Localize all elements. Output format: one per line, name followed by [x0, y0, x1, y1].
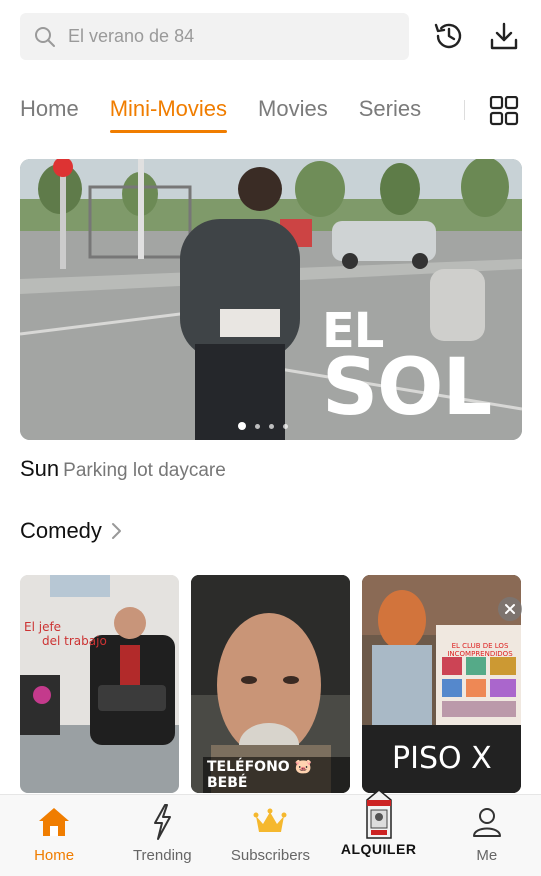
tab-home[interactable]: Home [20, 92, 79, 126]
download-icon[interactable] [486, 18, 522, 54]
nav-label: Trending [132, 847, 192, 864]
lightning-icon [142, 803, 182, 841]
grid-menu-icon[interactable] [488, 95, 520, 126]
poster-title: PISO X [392, 741, 492, 776]
tab-movies[interactable]: Movies [258, 92, 328, 126]
carousel-dot[interactable] [238, 422, 246, 430]
banner-title: Sun [20, 456, 60, 481]
history-icon[interactable] [431, 18, 467, 54]
carousel-dot[interactable] [269, 423, 274, 429]
category-tabs: Home Mini-Movies Movies Series [20, 92, 452, 136]
poster-club-text: EL CLUB DE LOS INCOMPRENDIDOS [440, 642, 520, 658]
poster-text-line2: del trabajo [42, 633, 107, 648]
person-icon [467, 803, 507, 841]
nav-trending[interactable]: Trending [108, 795, 216, 876]
section-title: Comedy [20, 518, 102, 543]
featured-banner[interactable]: EL SOL [20, 159, 522, 440]
carousel-dot[interactable] [255, 423, 260, 429]
nav-subscribers[interactable]: Subscribers [216, 795, 324, 876]
nav-label: ALQUILER [340, 841, 417, 857]
nav-home[interactable]: Home [0, 795, 108, 876]
nav-label: Subscribers [230, 847, 311, 864]
home-icon [34, 803, 74, 841]
section-header-comedy[interactable]: Comedy [20, 518, 122, 544]
close-icon[interactable] [498, 597, 522, 621]
tab-mini-movies[interactable]: Mini-Movies [109, 92, 228, 133]
nav-label: Home [34, 847, 75, 864]
banner-caption[interactable]: Sun Parking lot daycare [20, 456, 226, 482]
nav-label: Me [476, 847, 498, 864]
tab-divider [464, 100, 465, 120]
carousel-indicator[interactable] [238, 422, 288, 430]
poster-club-line2: INCOMPRENDIDOS [447, 649, 513, 658]
bottom-navigation: Home Trending Subscribers ALQUILER Me [0, 789, 541, 876]
search-bar[interactable] [20, 13, 409, 60]
carousel-dot[interactable] [283, 423, 288, 429]
search-input[interactable] [68, 26, 368, 47]
banner-overlay-line2: SOL [322, 343, 492, 434]
nav-me[interactable]: Me [433, 795, 541, 876]
nav-alquiler[interactable]: ALQUILER [325, 789, 433, 876]
milk-carton-icon [359, 789, 399, 839]
poster-text-line1: El jefe [24, 620, 62, 634]
poster-card[interactable]: El jefe del trabajo [20, 575, 179, 793]
banner-title-overlay: EL SOL [322, 307, 492, 434]
poster-image [20, 575, 179, 793]
crown-icon [250, 803, 290, 841]
tab-series[interactable]: Series [359, 92, 421, 126]
poster-card[interactable]: TELÉFONO 🐷 BEBÉ [191, 575, 350, 793]
banner-subtitle: Parking lot daycare [63, 460, 226, 481]
poster-text: El jefe del trabajo [24, 620, 107, 649]
chevron-right-icon [111, 523, 121, 539]
poster-title: TELÉFONO 🐷 BEBÉ [203, 757, 350, 793]
search-icon [34, 26, 56, 48]
